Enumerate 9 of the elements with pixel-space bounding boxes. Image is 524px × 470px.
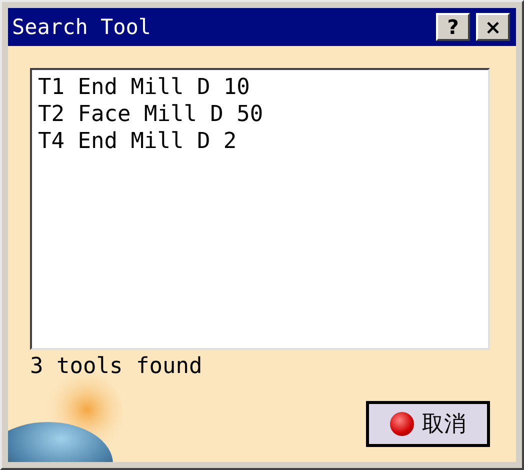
ball-icon <box>390 412 414 436</box>
list-item[interactable]: T1 End Mill D 10 <box>38 74 482 101</box>
list-item[interactable]: T2 Face Mill D 50 <box>38 101 482 128</box>
close-button[interactable]: × <box>476 13 510 41</box>
cancel-button[interactable]: 取消 <box>366 401 490 447</box>
window-title: Search Tool <box>12 15 152 39</box>
status-text: 3 tools found <box>30 354 204 379</box>
help-button[interactable]: ? <box>436 13 470 41</box>
list-item[interactable]: T4 End Mill D 2 <box>38 128 482 155</box>
